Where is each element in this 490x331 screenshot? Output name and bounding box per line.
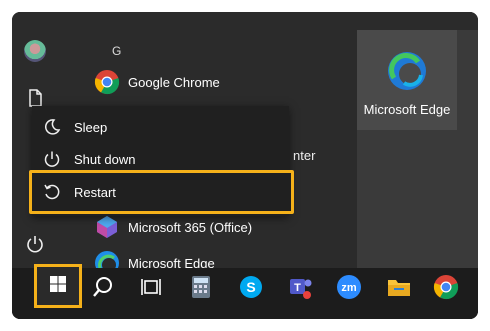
- calculator-icon[interactable]: [188, 274, 214, 300]
- svg-text:T: T: [294, 282, 301, 294]
- restart-icon: [42, 182, 62, 202]
- search-icon[interactable]: [90, 274, 116, 300]
- power-icon[interactable]: [25, 234, 45, 254]
- power-option-restart[interactable]: Restart: [29, 170, 294, 214]
- tile-label: Microsoft Edge: [363, 102, 451, 117]
- file-explorer-icon[interactable]: [386, 274, 412, 300]
- power-option-label: Sleep: [74, 119, 108, 135]
- teams-icon[interactable]: T: [288, 274, 314, 300]
- start-menu-screenshot: G Google Chrome Microsoft 365 (Office) M…: [12, 12, 478, 319]
- power-icon: [42, 149, 62, 169]
- zoom-icon[interactable]: zm: [336, 274, 362, 300]
- start-button[interactable]: [34, 264, 82, 308]
- office-icon: [94, 214, 120, 240]
- windows-start-icon: [49, 275, 67, 298]
- app-item-microsoft-365[interactable]: Microsoft 365 (Office): [94, 212, 252, 242]
- chrome-icon[interactable]: [433, 274, 459, 300]
- document-icon[interactable]: [25, 88, 45, 108]
- skype-icon[interactable]: S: [238, 274, 264, 300]
- power-option-sleep[interactable]: Sleep: [32, 112, 289, 142]
- task-view-icon[interactable]: [138, 274, 164, 300]
- chrome-icon: [94, 69, 120, 95]
- partially-hidden-app-label: nter: [293, 148, 316, 163]
- edge-icon: [386, 50, 428, 92]
- section-letter[interactable]: G: [112, 44, 121, 58]
- svg-text:S: S: [246, 279, 255, 295]
- user-avatar[interactable]: [24, 40, 46, 62]
- power-option-label: Restart: [74, 184, 116, 200]
- app-item-label: Google Chrome: [128, 74, 220, 90]
- zoom-label: zm: [341, 282, 357, 294]
- app-item-label: Microsoft 365 (Office): [128, 219, 253, 235]
- moon-icon: [42, 117, 62, 137]
- app-item-google-chrome[interactable]: Google Chrome: [94, 67, 220, 97]
- tiles-area: Microsoft Edge: [357, 30, 478, 282]
- power-option-label: Shut down: [74, 151, 136, 167]
- tile-microsoft-edge[interactable]: Microsoft Edge: [357, 30, 457, 130]
